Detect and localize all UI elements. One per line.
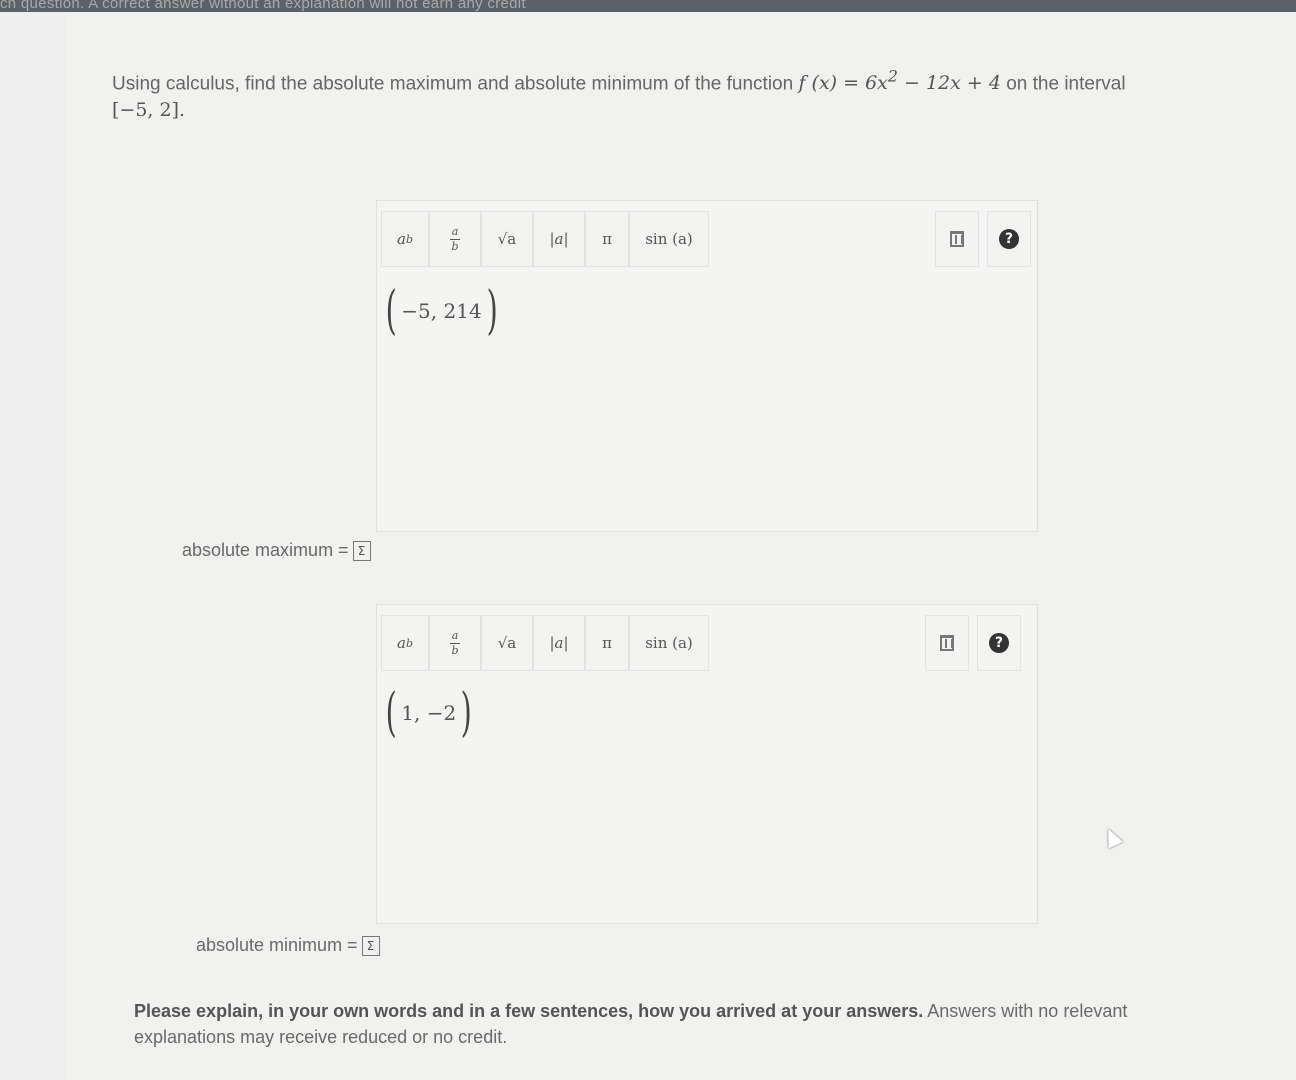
interval: [−5, 2]. — [112, 99, 186, 122]
max-value-text: −5, 214 — [401, 299, 482, 323]
function-expression: f (x) = 6x2 − 12x + 4 — [798, 67, 1001, 95]
sin-label: sin (a) — [645, 230, 693, 248]
pi-button[interactable]: π — [585, 615, 629, 671]
top-instruction-note: ch question. A correct answer without an… — [0, 0, 526, 12]
power-button[interactable]: ab — [381, 615, 429, 671]
left-paren: ( — [385, 281, 397, 341]
delete-button[interactable] — [925, 615, 969, 671]
math-toolbar: ab ab √a |a| π sin (a) — [381, 211, 709, 267]
max-answer-editor[interactable]: ab ab √a |a| π sin (a) ? (−5, 214) — [376, 200, 1038, 532]
question-text: Using calculus, find the absolute maximu… — [112, 64, 1192, 124]
pi-label: π — [602, 634, 612, 652]
max-answer-value[interactable]: (−5, 214) — [381, 285, 502, 337]
explanation-bold: Please explain, in your own words and in… — [134, 1001, 924, 1021]
question-intro: Using calculus, find the absolute maximu… — [112, 73, 799, 95]
min-answer-editor[interactable]: ab ab √a |a| π sin (a) ? (1, −2) — [376, 604, 1038, 924]
sin-button[interactable]: sin (a) — [629, 615, 709, 671]
sin-button[interactable]: sin (a) — [629, 211, 709, 267]
explanation-instructions: Please explain, in your own words and in… — [134, 998, 1194, 1050]
function-main: f (x) = 6x — [798, 72, 888, 95]
help-button[interactable]: ? — [987, 211, 1031, 267]
help-icon: ? — [989, 633, 1009, 653]
power-base: a — [397, 634, 406, 652]
help-icon: ? — [999, 229, 1019, 249]
max-label-text: absolute maximum = — [182, 540, 349, 560]
pi-label: π — [602, 230, 612, 248]
fraction-symbol: ab — [450, 224, 460, 253]
power-base: a — [397, 230, 406, 248]
help-button[interactable]: ? — [977, 615, 1021, 671]
sin-label: sin (a) — [645, 634, 693, 652]
trash-icon — [950, 231, 964, 247]
power-exp: b — [405, 232, 413, 246]
sqrt-button[interactable]: √a — [481, 211, 533, 267]
abs-label: |a| — [549, 230, 569, 248]
min-label-text: absolute minimum = — [196, 935, 358, 955]
trash-icon — [940, 635, 954, 651]
right-paren: ) — [460, 683, 472, 743]
fraction-den: b — [451, 239, 459, 253]
fraction-num: a — [451, 224, 459, 238]
editor-actions: ? — [925, 615, 1021, 671]
absolute-maximum-label: absolute maximum = Σ — [182, 540, 371, 562]
fraction-button[interactable]: ab — [429, 211, 481, 267]
sigma-icon[interactable]: Σ — [361, 936, 380, 957]
math-toolbar: ab ab √a |a| π sin (a) — [381, 615, 709, 671]
sigma-icon[interactable]: Σ — [352, 541, 371, 562]
min-answer-value[interactable]: (1, −2) — [381, 687, 477, 739]
function-rest: − 12x + 4 — [897, 72, 1001, 95]
delete-button[interactable] — [935, 211, 979, 267]
fraction-button[interactable]: ab — [429, 615, 481, 671]
absolute-minimum-label: absolute minimum = Σ — [196, 935, 380, 957]
editor-actions: ? — [935, 211, 1031, 267]
abs-label: |a| — [549, 634, 569, 652]
function-exponent: 2 — [887, 67, 898, 86]
power-exp: b — [405, 636, 413, 650]
right-paren: ) — [486, 281, 498, 341]
abs-button[interactable]: |a| — [533, 615, 585, 671]
fraction-den: b — [451, 643, 459, 657]
sqrt-label: √a — [497, 230, 517, 248]
min-value-text: 1, −2 — [401, 701, 457, 725]
sqrt-label: √a — [497, 634, 517, 652]
fraction-symbol: ab — [450, 628, 460, 657]
power-button[interactable]: ab — [381, 211, 429, 267]
sqrt-button[interactable]: √a — [481, 615, 533, 671]
top-bar: ch question. A correct answer without an… — [0, 0, 1296, 12]
pi-button[interactable]: π — [585, 211, 629, 267]
left-paren: ( — [385, 683, 397, 743]
abs-button[interactable]: |a| — [533, 211, 585, 267]
question-interval-text: on the interval — [1000, 73, 1126, 95]
fraction-num: a — [451, 628, 459, 642]
